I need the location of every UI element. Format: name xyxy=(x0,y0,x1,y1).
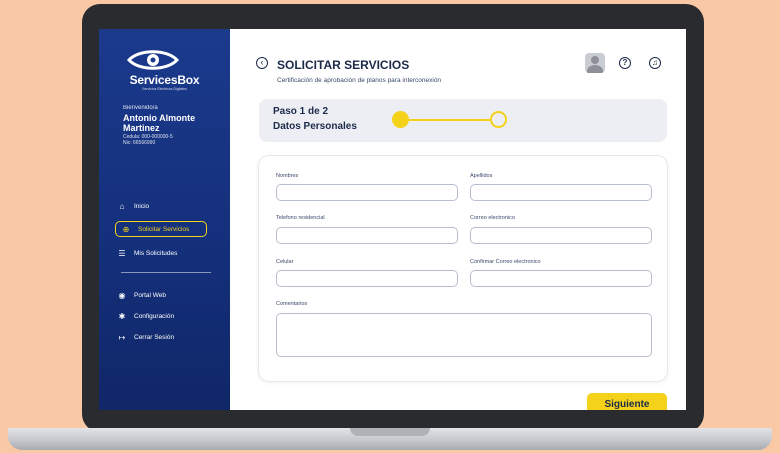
confirmar-correo-input[interactable] xyxy=(470,270,652,287)
list-icon: ☰ xyxy=(118,248,126,258)
stepper-card: Paso 1 de 2 Datos Personales xyxy=(259,99,667,142)
sidebar-item-cerrar-sesion[interactable]: ↦ Cerrar Sesión xyxy=(117,329,174,345)
step-name: Datos Personales xyxy=(273,121,357,132)
brand-tagline: Servicios Electricos Digitales xyxy=(142,87,187,91)
nombres-input[interactable] xyxy=(276,184,458,201)
celular-input[interactable] xyxy=(276,270,458,287)
sidebar-item-configuracion[interactable]: ✱ Configuración xyxy=(117,308,174,324)
page-title: SOLICITAR SERVICIOS xyxy=(277,58,410,72)
apellidos-input[interactable] xyxy=(470,184,652,201)
step-2-indicator xyxy=(490,111,507,128)
personal-data-form: Nombres Apellidos Telefono residencial C… xyxy=(259,156,667,381)
sidebar-item-portal-web[interactable]: ◉ Portal Web xyxy=(117,287,167,303)
celular-label: Celular xyxy=(276,259,294,265)
comentarios-textarea[interactable] xyxy=(276,313,652,357)
laptop-notch xyxy=(350,428,430,436)
correo-input[interactable] xyxy=(470,227,652,244)
user-name: Antonio Almonte Martinez xyxy=(123,113,196,133)
app-window: ServicesBox Servicios Electricos Digital… xyxy=(99,29,686,410)
avatar[interactable] xyxy=(585,53,605,73)
sidebar-item-solicitar-servicios[interactable]: ⊕ Solicitar Servicios xyxy=(115,221,207,237)
apellidos-label: Apellidos xyxy=(470,173,493,179)
comentarios-label: Comentarios xyxy=(276,301,308,307)
siguiente-button[interactable]: Siguiente xyxy=(587,393,667,410)
avatar-body xyxy=(587,65,603,73)
correo-label: Correo electronico xyxy=(470,215,515,221)
telefono-residencial-input[interactable] xyxy=(276,227,458,244)
page-subtitle: Certificación de aprobación de planos pa… xyxy=(277,77,442,84)
home-icon: ⌂ xyxy=(119,201,125,211)
sidebar-item-label: Solicitar Servicios xyxy=(138,225,190,233)
laptop-base xyxy=(8,428,772,450)
sidebar-item-label: Portal Web xyxy=(134,291,167,299)
main-content: ‹ SOLICITAR SERVICIOS Certificación de a… xyxy=(230,29,686,410)
bell-icon[interactable]: ♫ xyxy=(649,57,661,69)
nombres-label: Nombres xyxy=(276,173,299,179)
eye-logo-icon xyxy=(127,50,179,70)
step-1-indicator xyxy=(392,111,409,128)
sidebar-item-label: Configuración xyxy=(134,312,175,320)
globe-icon: ◉ xyxy=(118,290,126,300)
sidebar-item-label: Mis Solicitudes xyxy=(134,249,178,257)
plus-circle-icon: ⊕ xyxy=(122,224,130,234)
brand-name: ServicesBox xyxy=(129,73,200,87)
help-icon[interactable]: ? xyxy=(619,57,631,69)
step-connector xyxy=(409,119,492,121)
confirmar-correo-label: Confirmar Correo electronico xyxy=(470,259,541,265)
telefono-label: Telefono residencial xyxy=(276,215,325,221)
sidebar-item-label: Cerrar Sesión xyxy=(134,333,175,341)
welcome-text: Bienvenido/a xyxy=(123,105,158,111)
gear-icon: ✱ xyxy=(118,311,126,321)
back-circle-icon[interactable]: ‹ xyxy=(256,57,268,69)
sidebar-divider xyxy=(121,272,211,273)
sidebar-item-label: Inicio xyxy=(134,202,150,210)
avatar-head xyxy=(591,56,599,64)
sidebar-item-mis-solicitudes[interactable]: ☰ Mis Solicitudes xyxy=(117,245,177,261)
step-counter: Paso 1 de 2 xyxy=(273,106,329,117)
logout-icon: ↦ xyxy=(118,332,126,342)
sidebar-item-inicio[interactable]: ⌂ Inicio xyxy=(117,198,150,214)
user-nic: Nic: 66566990 xyxy=(123,140,156,146)
sidebar: ServicesBox Servicios Electricos Digital… xyxy=(99,29,230,410)
